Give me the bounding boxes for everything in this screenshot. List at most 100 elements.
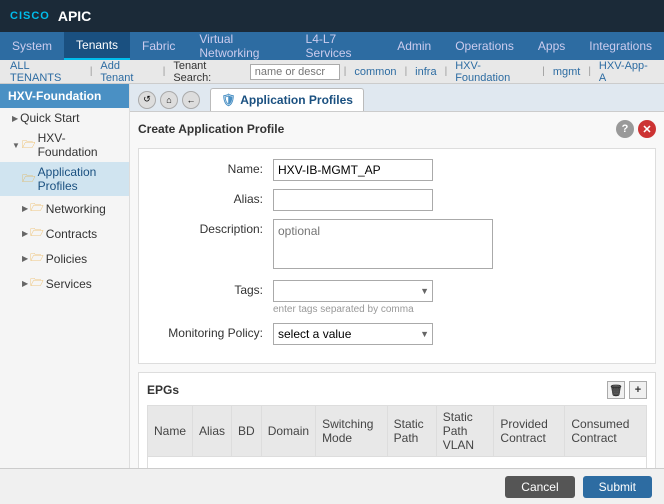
nav-bar: System Tenants Fabric Virtual Networking… [0,32,664,60]
nav-admin[interactable]: Admin [385,32,443,60]
dialog-title-actions: ? ✕ [616,120,656,138]
tags-label: Tags: [153,280,273,297]
monitoring-policy-select-wrapper: select a value ▼ [273,323,433,345]
dialog-title-text: Create Application Profile [138,122,284,136]
col-static-path-vlan: Static Path VLAN [436,406,494,457]
col-alias: Alias [193,406,232,457]
tab-refresh-btn[interactable]: ↺ [138,91,156,109]
description-label: Description: [153,219,273,236]
sidebar-item-label: Quick Start [20,111,79,125]
main-layout: HXV-Foundation ▶ Quick Start ▼ 🗁 HXV-Fou… [0,84,664,504]
arrow-icon: ▼ [12,141,20,150]
epg-title-text: EPGs [147,383,179,397]
sidebar-item-app-profiles[interactable]: 🗁 Application Profiles [0,162,129,196]
monitoring-policy-field: select a value ▼ [273,323,641,345]
nav-operations[interactable]: Operations [443,32,526,60]
sidebar-item-label: Policies [46,252,87,266]
alias-row: Alias: [153,189,641,211]
tab-back-btn[interactable]: ← [182,91,200,109]
nav-tenants[interactable]: Tenants [64,32,130,60]
help-button[interactable]: ? [616,120,634,138]
epg-delete-btn[interactable]: 🗑 [607,381,625,399]
nav-fabric[interactable]: Fabric [130,32,187,60]
alias-field [273,189,641,211]
tenant-link-common[interactable]: common [350,66,400,78]
cisco-logo: CISCO [10,10,50,22]
all-tenants-link[interactable]: ALL TENANTS [6,60,86,84]
epg-add-btn[interactable]: + [629,381,647,399]
content-area: ↺ ⌂ ← 🛡 Application Profiles Create Appl… [130,84,664,504]
folder-icon: 🗁 [30,224,44,243]
tab-app-profiles[interactable]: 🛡 Application Profiles [210,88,364,111]
sidebar-item-label: HXV-Foundation [38,131,123,159]
folder-icon: 🗁 [22,136,36,155]
nav-apps[interactable]: Apps [526,32,577,60]
arrow-icon: ▶ [12,114,18,123]
epg-actions: 🗑 + [607,381,647,399]
tenant-link-hxv-app-a[interactable]: HXV-App-A [595,60,658,84]
description-field [273,219,641,272]
folder-icon: 🗁 [30,199,44,218]
tags-field: ▼ enter tags separated by comma [273,280,641,315]
tags-hint: enter tags separated by comma [273,304,641,315]
sidebar-item-label: Application Profiles [38,165,123,193]
submit-button[interactable]: Submit [583,476,652,498]
col-static-path: Static Path [387,406,436,457]
arrow-icon: ▶ [22,254,28,263]
arrow-icon: ▶ [22,279,28,288]
dialog-title-bar: Create Application Profile ? ✕ [138,120,656,138]
arrow-icon: ▶ [22,204,28,213]
col-consumed-contract: Consumed Contract [565,406,647,457]
sidebar-item-label: Networking [46,202,106,216]
epg-title-bar: EPGs 🗑 + [147,381,647,399]
col-domain: Domain [261,406,315,457]
tags-select[interactable] [273,280,433,302]
form-section: Name: Alias: Description: [138,148,656,364]
arrow-icon: ▶ [22,229,28,238]
folder-icon: 🗁 [22,170,36,189]
sidebar-item-label: Contracts [46,227,97,241]
tenant-link-infra[interactable]: infra [411,66,440,78]
tenant-search-input[interactable] [250,64,340,80]
monitoring-policy-select[interactable]: select a value [273,323,433,345]
add-tenant-link[interactable]: Add Tenant [96,60,158,84]
shield-icon: 🛡 [221,93,236,107]
nav-integrations[interactable]: Integrations [577,32,664,60]
tags-select-wrapper: ▼ [273,280,433,302]
name-row: Name: [153,159,641,181]
cancel-button[interactable]: Cancel [505,476,574,498]
sidebar: HXV-Foundation ▶ Quick Start ▼ 🗁 HXV-Fou… [0,84,130,504]
sidebar-header: HXV-Foundation [0,84,129,108]
name-field [273,159,641,181]
col-switching-mode: Switching Mode [316,406,388,457]
sidebar-item-contracts[interactable]: ▶ 🗁 Contracts [0,221,129,246]
sidebar-item-policies[interactable]: ▶ 🗁 Policies [0,246,129,271]
monitoring-policy-row: Monitoring Policy: select a value ▼ [153,323,641,345]
description-row: Description: [153,219,641,272]
tenant-link-hxv-foundation[interactable]: HXV-Foundation [451,60,538,84]
tab-bar: ↺ ⌂ ← 🛡 Application Profiles [130,84,664,112]
tenant-bar: ALL TENANTS | Add Tenant | Tenant Search… [0,60,664,84]
sidebar-item-services[interactable]: ▶ 🗁 Services [0,271,129,296]
nav-virtual-networking[interactable]: Virtual Networking [187,32,293,60]
bottom-bar: Cancel Submit [0,468,664,504]
alias-input[interactable] [273,189,433,211]
nav-l4l7[interactable]: L4-L7 Services [294,32,386,60]
sidebar-item-quickstart[interactable]: ▶ Quick Start [0,108,129,128]
col-bd: BD [232,406,262,457]
tab-home-btn[interactable]: ⌂ [160,91,178,109]
tenant-link-mgmt[interactable]: mgmt [549,66,585,78]
close-button[interactable]: ✕ [638,120,656,138]
app-title: APIC [58,8,91,24]
sidebar-item-networking[interactable]: ▶ 🗁 Networking [0,196,129,221]
monitoring-policy-label: Monitoring Policy: [153,323,273,340]
col-provided-contract: Provided Contract [494,406,565,457]
tenant-search-label: Tenant Search: [173,60,245,84]
sidebar-item-hxvfoundation[interactable]: ▼ 🗁 HXV-Foundation [0,128,129,162]
description-textarea[interactable] [273,219,493,269]
alias-label: Alias: [153,189,273,206]
folder-icon: 🗁 [30,249,44,268]
col-name: Name [148,406,193,457]
name-input[interactable] [273,159,433,181]
nav-system[interactable]: System [0,32,64,60]
